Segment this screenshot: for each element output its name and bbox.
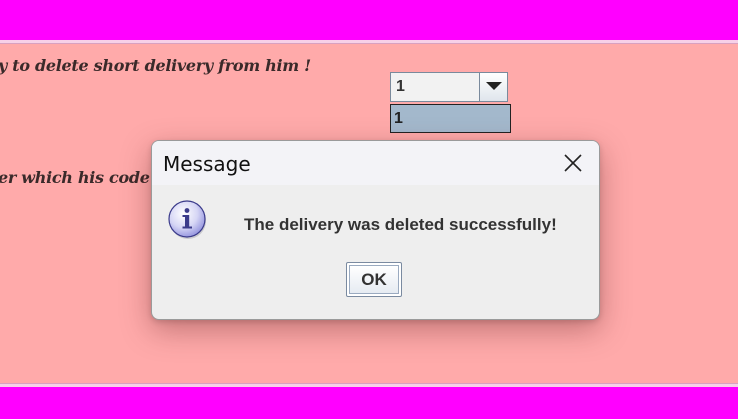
delivery-code-combobox[interactable]: 1 <box>390 72 508 102</box>
chevron-down-icon <box>486 82 502 90</box>
instruction-text-delete: y to delete short delivery from him ! <box>0 56 311 75</box>
message-dialog: Message The delivery was deleted success… <box>151 140 600 320</box>
instruction-text-code: er which his code is <box>0 168 170 187</box>
combobox-dropdown-button[interactable] <box>479 73 507 101</box>
combobox-option-list: 1 <box>390 104 511 133</box>
combobox-selected-value: 1 <box>396 78 405 95</box>
info-icon <box>168 200 206 239</box>
dialog-message: The delivery was deleted successfully! <box>244 215 557 234</box>
dialog-titlebar[interactable]: Message <box>152 141 599 185</box>
bottom-banner <box>0 387 738 419</box>
combobox-option[interactable]: 1 <box>394 110 403 128</box>
top-separator <box>0 40 738 44</box>
top-banner <box>0 0 738 40</box>
close-button[interactable] <box>561 151 585 175</box>
ok-button-label: OK <box>349 265 399 294</box>
close-icon <box>564 154 582 172</box>
ok-button[interactable]: OK <box>346 262 402 297</box>
dialog-title: Message <box>163 152 251 176</box>
